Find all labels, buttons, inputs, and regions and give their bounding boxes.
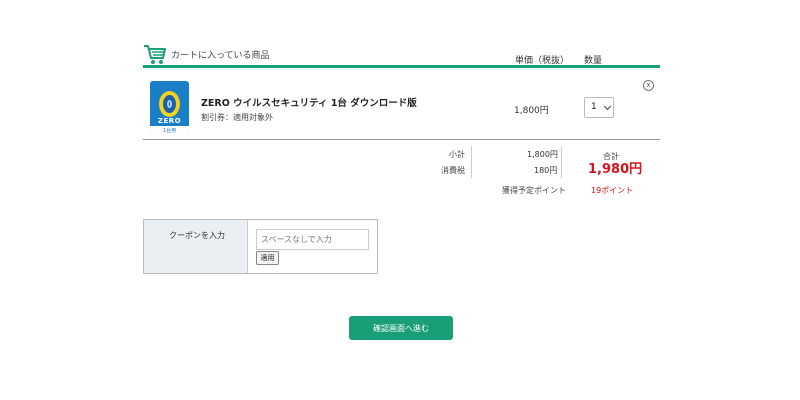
tax-value: 180円 — [534, 166, 558, 175]
total-value: 1,980円 — [588, 162, 643, 177]
cart-header: カートに入っている商品 単価（税抜） 数量 — [143, 44, 660, 68]
shopping-cart-icon — [144, 45, 166, 64]
points-value: 19ポイント — [591, 186, 634, 195]
coupon-label-cell: クーポンを入力 — [144, 220, 248, 273]
chevron-down-icon — [603, 102, 612, 111]
product-coupon-note: 割引券：適用対象外 — [201, 113, 273, 122]
points-label: 獲得予定ポイント — [502, 186, 566, 195]
product-logo-ring — [159, 91, 180, 117]
item-unit-price: 1,800円 — [514, 106, 549, 116]
product-thumbnail[interactable]: ZERO 1台用 — [150, 81, 189, 135]
remove-item-button[interactable]: x — [643, 80, 654, 91]
coupon-section: クーポンを入力 適用 — [143, 219, 378, 274]
quantity-value: 1 — [591, 102, 597, 112]
cart-item-row: ZERO 1台用 ZERO ウイルスセキュリティ 1台 ダウンロード版 割引券：… — [143, 71, 660, 140]
coupon-input[interactable] — [256, 229, 369, 250]
column-header-price: 単価（税抜） — [515, 56, 570, 66]
summary-divider — [471, 146, 472, 178]
product-logo-subtext: 1台用 — [162, 128, 177, 134]
column-header-quantity: 数量 — [584, 56, 603, 66]
subtotal-value: 1,800円 — [527, 150, 558, 159]
summary-divider — [561, 146, 562, 178]
cart-title: カートに入っている商品 — [171, 51, 270, 61]
product-name-link[interactable]: ZERO ウイルスセキュリティ 1台 ダウンロード版 — [201, 95, 417, 109]
product-logo-text: ZERO — [157, 117, 182, 125]
quantity-select[interactable]: 1 — [584, 97, 614, 118]
coupon-label: クーポンを入力 — [169, 231, 225, 240]
apply-coupon-button[interactable]: 適用 — [256, 251, 279, 265]
proceed-to-confirm-button[interactable]: 確認画面へ進む — [349, 316, 453, 340]
subtotal-label: 小計 — [449, 150, 465, 159]
order-summary: 小計 1,800円 消費税 180円 合計 1,980円 獲得予定ポイント 19… — [420, 145, 660, 200]
tax-label: 消費税 — [441, 166, 465, 175]
